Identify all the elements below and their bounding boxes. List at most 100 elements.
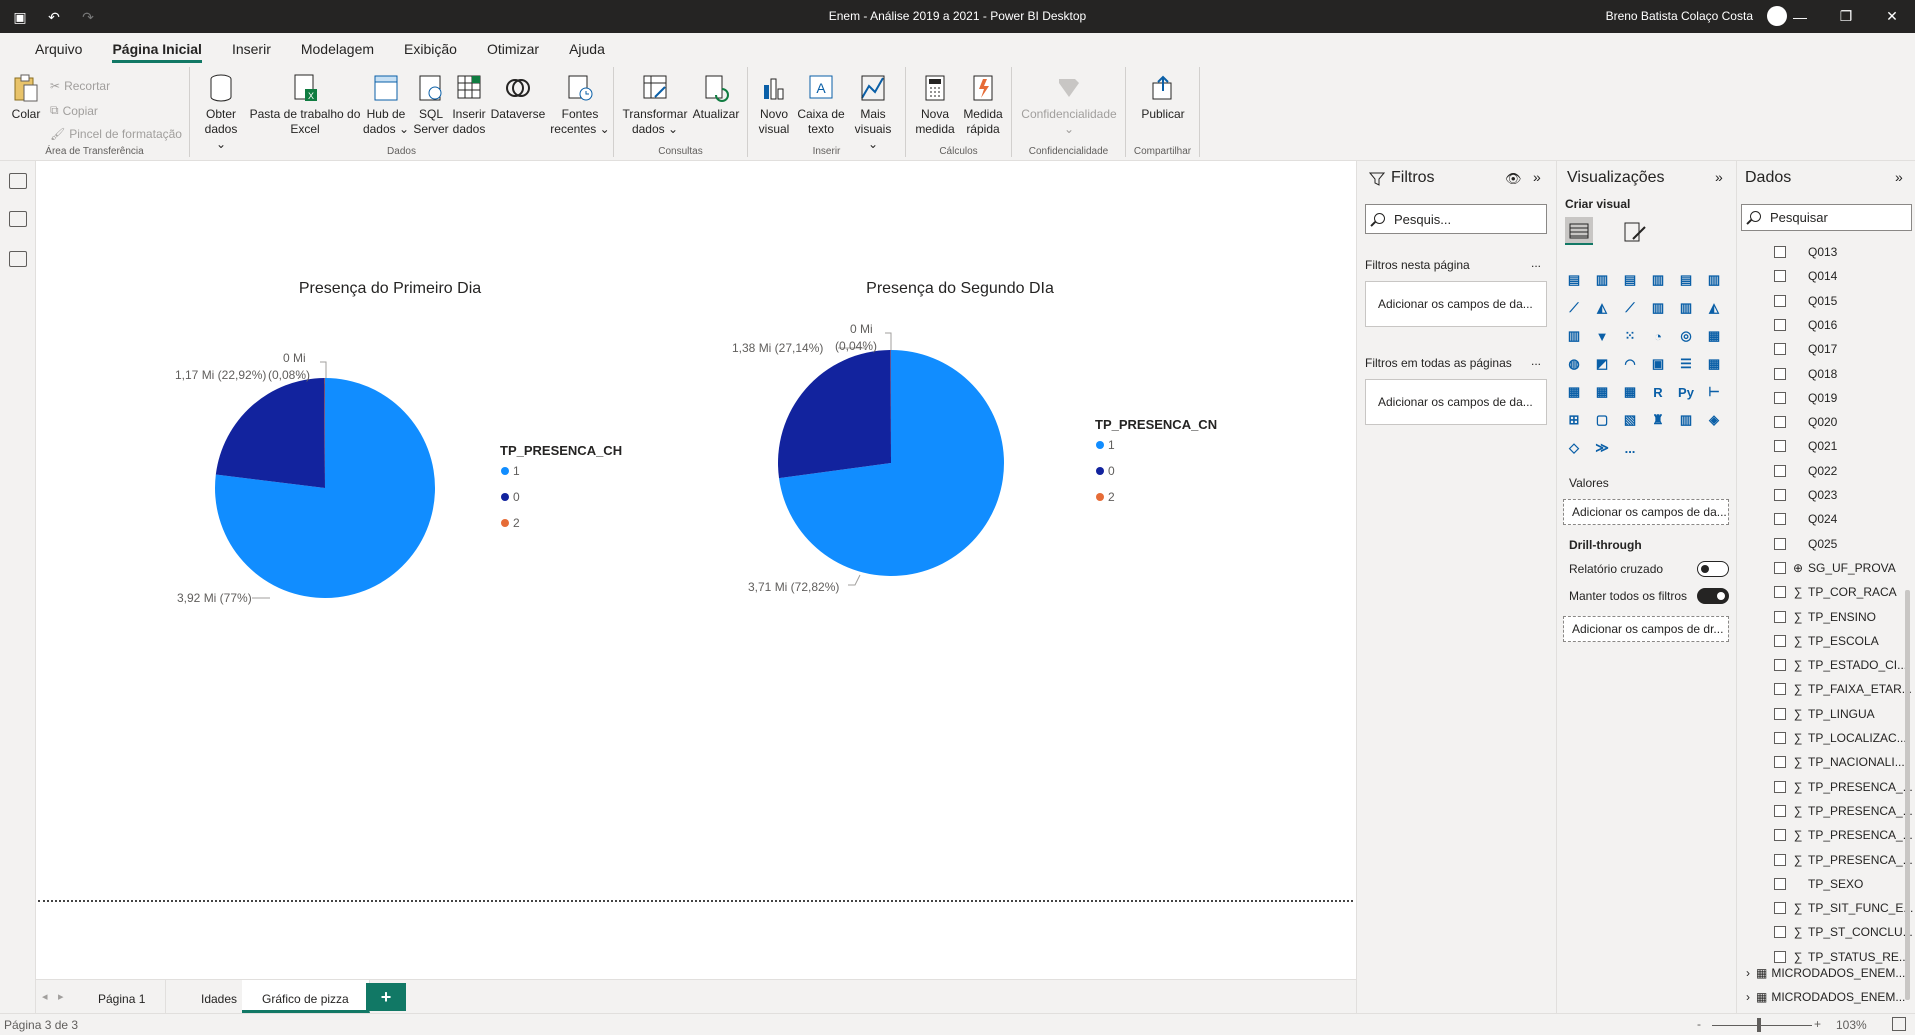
- field-item[interactable]: Q016: [1774, 314, 1837, 336]
- field-checkbox[interactable]: [1774, 659, 1786, 672]
- legend-item-0-second[interactable]: 0: [1096, 464, 1115, 478]
- visual-type-icon[interactable]: ▦: [1593, 383, 1611, 401]
- field-checkbox[interactable]: [1774, 877, 1786, 890]
- field-item[interactable]: ∑ TP_ST_CONCLU...: [1774, 921, 1913, 943]
- filters-this-page-well[interactable]: Adicionar os campos de da...: [1365, 281, 1547, 327]
- field-checkbox[interactable]: [1774, 561, 1786, 574]
- chevron-right-icon[interactable]: ›: [1746, 990, 1750, 1004]
- visual-type-icon[interactable]: ▥: [1705, 271, 1723, 289]
- visual-type-icon[interactable]: ▥: [1593, 271, 1611, 289]
- visual-type-icon[interactable]: ▤: [1565, 271, 1583, 289]
- tab-next-icon[interactable]: ▸: [58, 990, 64, 1003]
- field-item[interactable]: Q022: [1774, 460, 1837, 482]
- visual-type-icon[interactable]: ...: [1621, 439, 1639, 457]
- visual-type-icon[interactable]: ◈: [1705, 411, 1723, 429]
- field-checkbox[interactable]: [1774, 537, 1786, 550]
- field-checkbox[interactable]: [1774, 853, 1786, 866]
- tab-pie-chart[interactable]: Gráfico de pizza: [242, 980, 370, 1013]
- field-item[interactable]: ∑ TP_ESCOLA: [1774, 630, 1879, 652]
- field-item[interactable]: Q019: [1774, 387, 1837, 409]
- visual-type-icon[interactable]: ◇: [1565, 439, 1583, 457]
- visual-type-icon[interactable]: ▣: [1649, 355, 1667, 373]
- field-item[interactable]: Q024: [1774, 508, 1837, 530]
- collapse-visualizations-icon[interactable]: »: [1715, 169, 1723, 185]
- field-item[interactable]: ∑ TP_PRESENCA_...: [1774, 824, 1913, 846]
- visual-type-icon[interactable]: Py: [1677, 383, 1695, 401]
- pie-slice-0-0[interactable]: [215, 378, 325, 488]
- visual-type-icon[interactable]: ◩: [1593, 355, 1611, 373]
- restore-icon[interactable]: ❐: [1823, 0, 1869, 33]
- table-item[interactable]: › ▦ MICRODADOS_ENEM...: [1746, 962, 1905, 984]
- collapse-filters-icon[interactable]: »: [1533, 169, 1541, 185]
- keep-filters-toggle[interactable]: [1697, 588, 1729, 604]
- legend-item-1-second[interactable]: 1: [1096, 438, 1115, 452]
- field-checkbox[interactable]: [1774, 391, 1786, 404]
- field-checkbox[interactable]: [1774, 756, 1786, 769]
- field-checkbox[interactable]: [1774, 489, 1786, 501]
- field-checkbox[interactable]: [1774, 610, 1786, 623]
- visual-type-icon[interactable]: ▥: [1649, 271, 1667, 289]
- visual-type-icon[interactable]: ◎: [1677, 327, 1695, 345]
- zoom-slider-thumb[interactable]: [1757, 1018, 1761, 1032]
- field-item[interactable]: ∑ TP_PRESENCA_...: [1774, 800, 1913, 822]
- field-item[interactable]: Q018: [1774, 363, 1837, 385]
- chevron-right-icon[interactable]: ›: [1746, 966, 1750, 980]
- field-checkbox[interactable]: [1774, 464, 1786, 477]
- field-checkbox[interactable]: [1774, 294, 1786, 307]
- visual-type-icon[interactable]: ▥: [1649, 299, 1667, 317]
- zoom-slider[interactable]: [1712, 1025, 1812, 1026]
- field-checkbox[interactable]: [1774, 513, 1786, 526]
- filters-search-input[interactable]: Pesquis...: [1365, 204, 1547, 234]
- visual-type-icon[interactable]: ☰: [1677, 355, 1695, 373]
- field-item[interactable]: ∑ TP_LOCALIZAC...: [1774, 727, 1907, 749]
- visual-type-icon[interactable]: ⟋: [1565, 299, 1583, 317]
- field-item[interactable]: ∑ TP_ENSINO: [1774, 606, 1876, 628]
- field-checkbox[interactable]: [1774, 707, 1786, 720]
- visual-type-icon[interactable]: ▧: [1621, 411, 1639, 429]
- visual-type-icon[interactable]: ▦: [1705, 355, 1723, 373]
- field-checkbox[interactable]: [1774, 804, 1786, 817]
- field-item[interactable]: Q020: [1774, 411, 1837, 433]
- field-checkbox[interactable]: [1774, 902, 1786, 915]
- visual-type-icon[interactable]: ⁙: [1621, 327, 1639, 345]
- visual-type-icon[interactable]: ▢: [1593, 411, 1611, 429]
- collapse-data-icon[interactable]: »: [1895, 169, 1903, 185]
- field-item[interactable]: ∑ TP_COR_RACA: [1774, 581, 1897, 603]
- field-checkbox[interactable]: [1774, 732, 1786, 744]
- field-checkbox[interactable]: [1774, 318, 1786, 331]
- legend-item-1-first[interactable]: 1: [501, 464, 520, 478]
- visual-type-icon[interactable]: ◠: [1621, 355, 1639, 373]
- visual-type-icon[interactable]: ▤: [1621, 271, 1639, 289]
- visual-type-icon[interactable]: ⟋: [1621, 299, 1639, 317]
- field-item[interactable]: Q015: [1774, 290, 1837, 312]
- add-page-button[interactable]: +: [366, 983, 406, 1011]
- field-checkbox[interactable]: [1774, 367, 1786, 380]
- minimize-icon[interactable]: —: [1777, 0, 1823, 33]
- visual-type-icon[interactable]: ⊞: [1565, 411, 1583, 429]
- data-search-input[interactable]: Pesquisar: [1741, 204, 1912, 231]
- visual-type-icon[interactable]: ◭: [1593, 299, 1611, 317]
- user-name[interactable]: Breno Batista Colaço Costa: [1606, 9, 1753, 23]
- visual-type-icon[interactable]: ◍: [1565, 355, 1583, 373]
- table-item[interactable]: › ▦ MICRODADOS_ENEM...: [1746, 986, 1905, 1008]
- visual-type-icon[interactable]: ▤: [1677, 271, 1695, 289]
- visual-type-icon[interactable]: ▼: [1593, 327, 1611, 345]
- field-checkbox[interactable]: [1774, 683, 1786, 696]
- format-visual-tab[interactable]: [1621, 217, 1649, 245]
- field-item[interactable]: ∑ TP_NACIONALI...: [1774, 751, 1905, 773]
- field-item[interactable]: ∑ TP_PRESENCA_...: [1774, 776, 1913, 798]
- visual-type-icon[interactable]: ▦: [1565, 383, 1583, 401]
- data-pane-scrollbar[interactable]: [1905, 590, 1910, 1000]
- visual-type-icon[interactable]: ♜: [1649, 411, 1667, 429]
- field-checkbox[interactable]: [1774, 416, 1786, 429]
- cross-report-toggle[interactable]: [1697, 561, 1729, 577]
- field-checkbox[interactable]: [1774, 926, 1786, 939]
- visual-type-icon[interactable]: ▥: [1565, 327, 1583, 345]
- tab-prev-icon[interactable]: ◂: [42, 990, 48, 1003]
- tab-page-1[interactable]: Página 1: [78, 980, 167, 1013]
- legend-item-0-first[interactable]: 0: [501, 490, 520, 504]
- visual-type-icon[interactable]: ▦: [1621, 383, 1639, 401]
- close-icon[interactable]: ✕: [1869, 0, 1915, 33]
- field-item[interactable]: ⊕ SG_UF_PROVA: [1774, 557, 1896, 579]
- field-item[interactable]: ∑ TP_ESTADO_CI...: [1774, 654, 1907, 676]
